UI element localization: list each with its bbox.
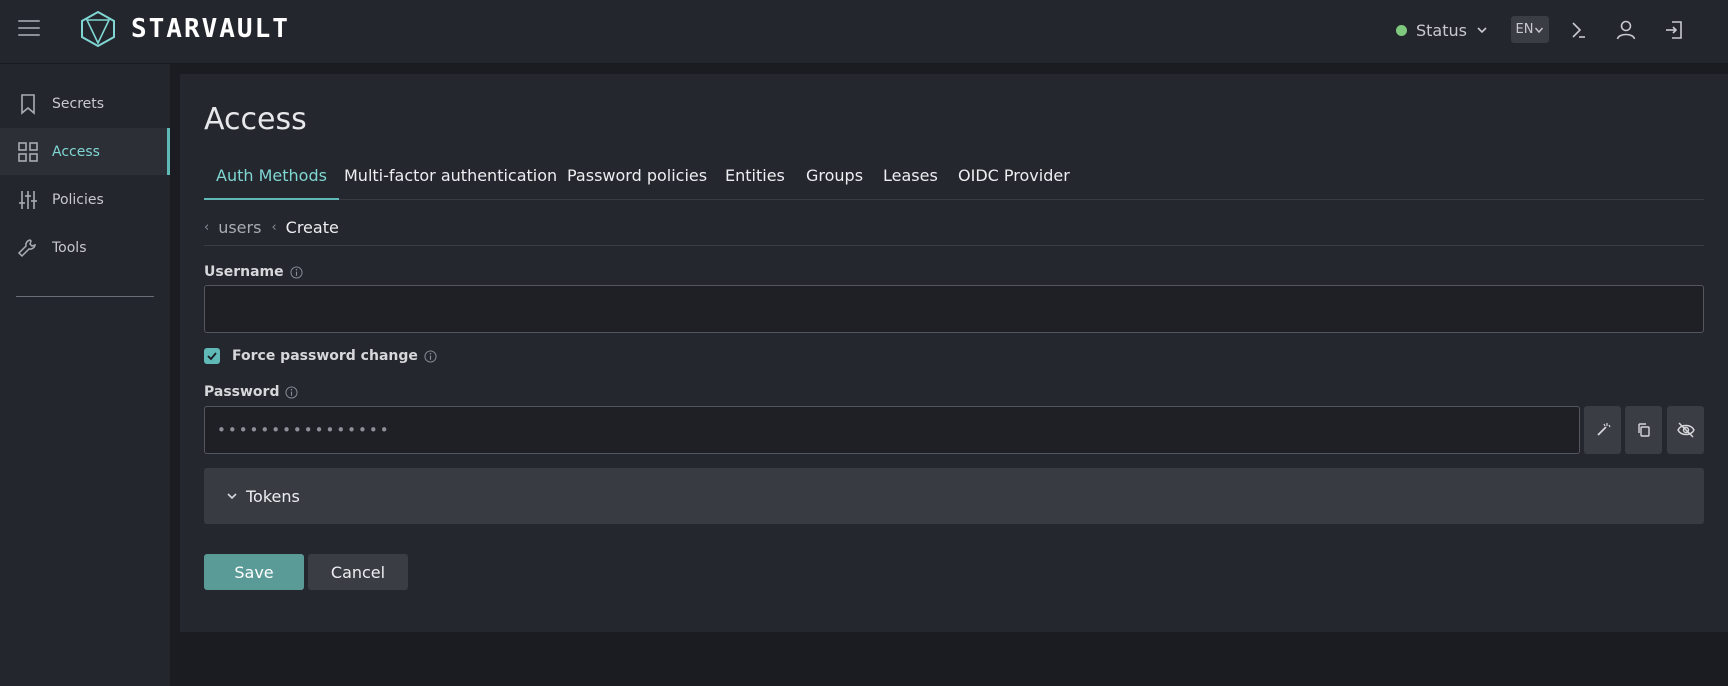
language-select[interactable]: EN [1511, 16, 1549, 43]
tokens-label: Tokens [246, 486, 300, 506]
terminal-icon[interactable] [1567, 18, 1591, 42]
chevron-left-icon: ‹ [204, 220, 210, 235]
page-title: Access [204, 102, 307, 137]
main-panel: Access Auth Methods Multi-factor authent… [180, 74, 1728, 632]
logo-icon [81, 10, 115, 48]
username-input[interactable] [204, 285, 1704, 333]
copy-icon [1637, 423, 1650, 437]
info-icon[interactable] [424, 349, 437, 363]
sidebar-item-label: Access [52, 143, 100, 160]
tab-entities[interactable]: Entities [725, 164, 785, 200]
sidebar-item-access[interactable]: Access [0, 128, 170, 175]
logo-text: STARVAULT [131, 14, 290, 44]
username-label-text: Username [204, 264, 284, 280]
force-password-change-text: Force password change [232, 348, 418, 364]
tab-oidc-provider[interactable]: OIDC Provider [958, 164, 1070, 200]
status-indicator-icon [1396, 24, 1407, 36]
password-input[interactable] [204, 406, 1580, 454]
force-password-change-checkbox[interactable] [204, 348, 220, 364]
checkmark-icon [207, 352, 217, 361]
sidebar-item-label: Policies [52, 191, 104, 208]
save-button[interactable]: Save [204, 554, 304, 590]
generate-password-button[interactable] [1584, 406, 1621, 454]
eye-off-icon [1676, 422, 1695, 438]
status-dropdown[interactable]: Status [1396, 18, 1488, 42]
info-icon[interactable] [285, 385, 299, 399]
tab-password-policies[interactable]: Password policies [567, 164, 707, 200]
chevron-down-icon [1477, 27, 1487, 34]
wrench-icon [17, 238, 36, 257]
breadcrumb: ‹ users ‹ Create [204, 210, 1704, 246]
logout-icon[interactable] [1662, 18, 1686, 42]
user-icon[interactable] [1614, 18, 1638, 42]
password-label-text: Password [204, 384, 280, 400]
tokens-section-toggle[interactable]: Tokens [204, 468, 1704, 524]
copy-password-button[interactable] [1625, 406, 1662, 454]
breadcrumb-users[interactable]: users [218, 218, 261, 237]
sidebar-divider [16, 296, 154, 297]
tab-leases[interactable]: Leases [883, 164, 938, 200]
status-label: Status [1416, 20, 1467, 40]
chevron-down-icon [1535, 27, 1544, 33]
password-label: Password [204, 384, 299, 400]
breadcrumb-current: Create [285, 218, 339, 237]
force-password-change-label[interactable]: Force password change [232, 348, 437, 364]
hamburger-menu-icon[interactable] [18, 20, 40, 38]
sidebar-item-secrets[interactable]: Secrets [0, 80, 170, 127]
magic-wand-icon [1596, 423, 1611, 436]
tab-multi-factor-authentication[interactable]: Multi-factor authentication [344, 164, 557, 200]
language-label: EN [1515, 22, 1534, 37]
sidebar-item-label: Tools [52, 239, 87, 256]
tab-groups[interactable]: Groups [806, 164, 863, 200]
sliders-icon [19, 190, 37, 209]
top-bar: STARVAULT Status EN [0, 0, 1728, 64]
tab-auth-methods[interactable]: Auth Methods [204, 164, 339, 200]
username-label: Username [204, 264, 303, 280]
toggle-password-visibility-button[interactable] [1667, 406, 1704, 454]
sidebar-item-label: Secrets [52, 95, 105, 112]
sidebar: Secrets Access Policies Tools [0, 64, 170, 686]
info-icon[interactable] [290, 265, 303, 279]
sidebar-item-policies[interactable]: Policies [0, 176, 170, 223]
tab-bar: Auth Methods Multi-factor authentication… [204, 164, 1704, 200]
chevron-left-icon: ‹ [271, 220, 277, 235]
sidebar-item-tools[interactable]: Tools [0, 224, 170, 271]
cancel-button[interactable]: Cancel [308, 554, 408, 590]
bookmark-icon [21, 93, 35, 115]
chevron-down-icon [227, 493, 237, 500]
grid-icon [18, 141, 38, 162]
